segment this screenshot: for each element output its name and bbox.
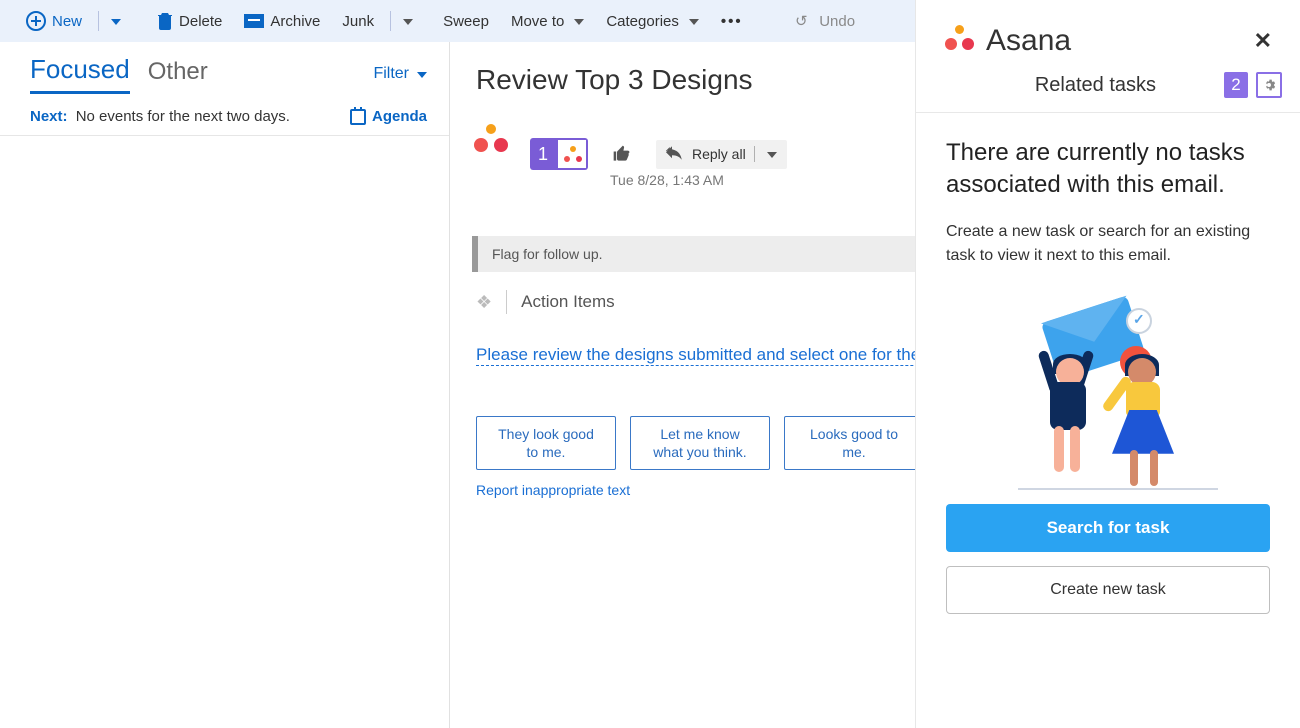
search-task-button[interactable]: Search for task: [946, 504, 1270, 552]
next-label: Next:: [30, 108, 68, 125]
report-link[interactable]: Report inappropriate text: [476, 482, 630, 498]
reply-all-label: Reply all: [692, 146, 746, 162]
no-tasks-title: There are currently no tasks associated …: [946, 137, 1270, 202]
chevron-down-icon[interactable]: [403, 19, 413, 25]
agenda-label: Agenda: [372, 108, 427, 125]
close-icon[interactable]: ✕: [1254, 28, 1272, 54]
chevron-down-icon[interactable]: [767, 152, 777, 158]
categories-button[interactable]: Categories: [598, 9, 707, 34]
next-text: No events for the next two days.: [76, 108, 290, 125]
archive-icon: [244, 14, 264, 28]
undo-button[interactable]: ↻ Undo: [787, 8, 863, 34]
new-label: New: [52, 13, 82, 30]
thumbs-up-icon[interactable]: [612, 144, 632, 164]
undo-icon: ↻: [795, 12, 808, 30]
delete-button[interactable]: Delete: [149, 8, 230, 34]
asana-badge[interactable]: 1: [530, 138, 588, 170]
divider: [98, 11, 99, 31]
create-task-button[interactable]: Create new task: [946, 566, 1270, 614]
divider: [754, 146, 755, 162]
junk-button[interactable]: Junk: [334, 9, 382, 34]
calendar-icon: [350, 109, 366, 125]
undo-label: Undo: [819, 13, 855, 30]
action-items-label: Action Items: [521, 292, 615, 312]
chevron-down-icon: [689, 19, 699, 25]
tab-other[interactable]: Other: [148, 58, 208, 94]
related-tasks-label: Related tasks: [1035, 74, 1156, 97]
agenda-button[interactable]: Agenda: [350, 108, 427, 125]
categories-label: Categories: [606, 13, 679, 30]
chevron-down-icon: [574, 19, 584, 25]
more-button[interactable]: •••: [713, 9, 751, 34]
sweep-button[interactable]: Sweep: [435, 9, 497, 34]
moveto-button[interactable]: Move to: [503, 9, 592, 34]
suggested-reply[interactable]: Let me know what you think.: [630, 416, 770, 470]
command-toolbar: New Delete Archive Junk Sweep Move to Ca…: [0, 0, 915, 42]
sender-avatar: [472, 124, 514, 166]
moveto-label: Move to: [511, 13, 564, 30]
chevron-down-icon[interactable]: [111, 19, 121, 25]
asana-wordmark: Asana: [986, 24, 1071, 58]
trash-icon: [157, 12, 173, 30]
delete-label: Delete: [179, 13, 222, 30]
asana-mark-icon: [944, 25, 976, 57]
settings-button[interactable]: [1256, 72, 1282, 98]
suggested-reply[interactable]: They look good to me.: [476, 416, 616, 470]
asana-panel: Asana ✕ Related tasks 2 There are curren…: [915, 0, 1300, 728]
badge-count: 1: [530, 138, 556, 170]
new-button[interactable]: New: [18, 7, 90, 35]
gear-icon: [1261, 77, 1277, 93]
related-count-badge[interactable]: 2: [1224, 72, 1248, 98]
asana-logo: Asana: [944, 24, 1071, 58]
reply-all-button[interactable]: Reply all: [656, 140, 787, 169]
message-list-pane: Focused Other Filter Next: No events for…: [0, 42, 450, 728]
no-tasks-subtitle: Create a new task or search for an exist…: [946, 220, 1270, 268]
flag-text: Flag for follow up.: [492, 246, 603, 262]
divider: [390, 11, 391, 31]
tab-focused[interactable]: Focused: [30, 54, 130, 94]
plus-circle-icon: [26, 11, 46, 31]
illustration: [998, 300, 1218, 490]
chevron-down-icon: [417, 72, 427, 78]
suggested-reply[interactable]: Looks good to me.: [784, 416, 924, 470]
divider: [506, 290, 507, 314]
reply-all-icon: [666, 146, 684, 163]
junk-label: Junk: [342, 13, 374, 30]
sweep-label: Sweep: [443, 13, 489, 30]
bulb-icon: ❖: [476, 292, 492, 313]
archive-button[interactable]: Archive: [236, 9, 328, 34]
filter-label: Filter: [373, 65, 409, 83]
filter-button[interactable]: Filter: [373, 65, 427, 83]
archive-label: Archive: [270, 13, 320, 30]
asana-icon: [556, 138, 588, 170]
